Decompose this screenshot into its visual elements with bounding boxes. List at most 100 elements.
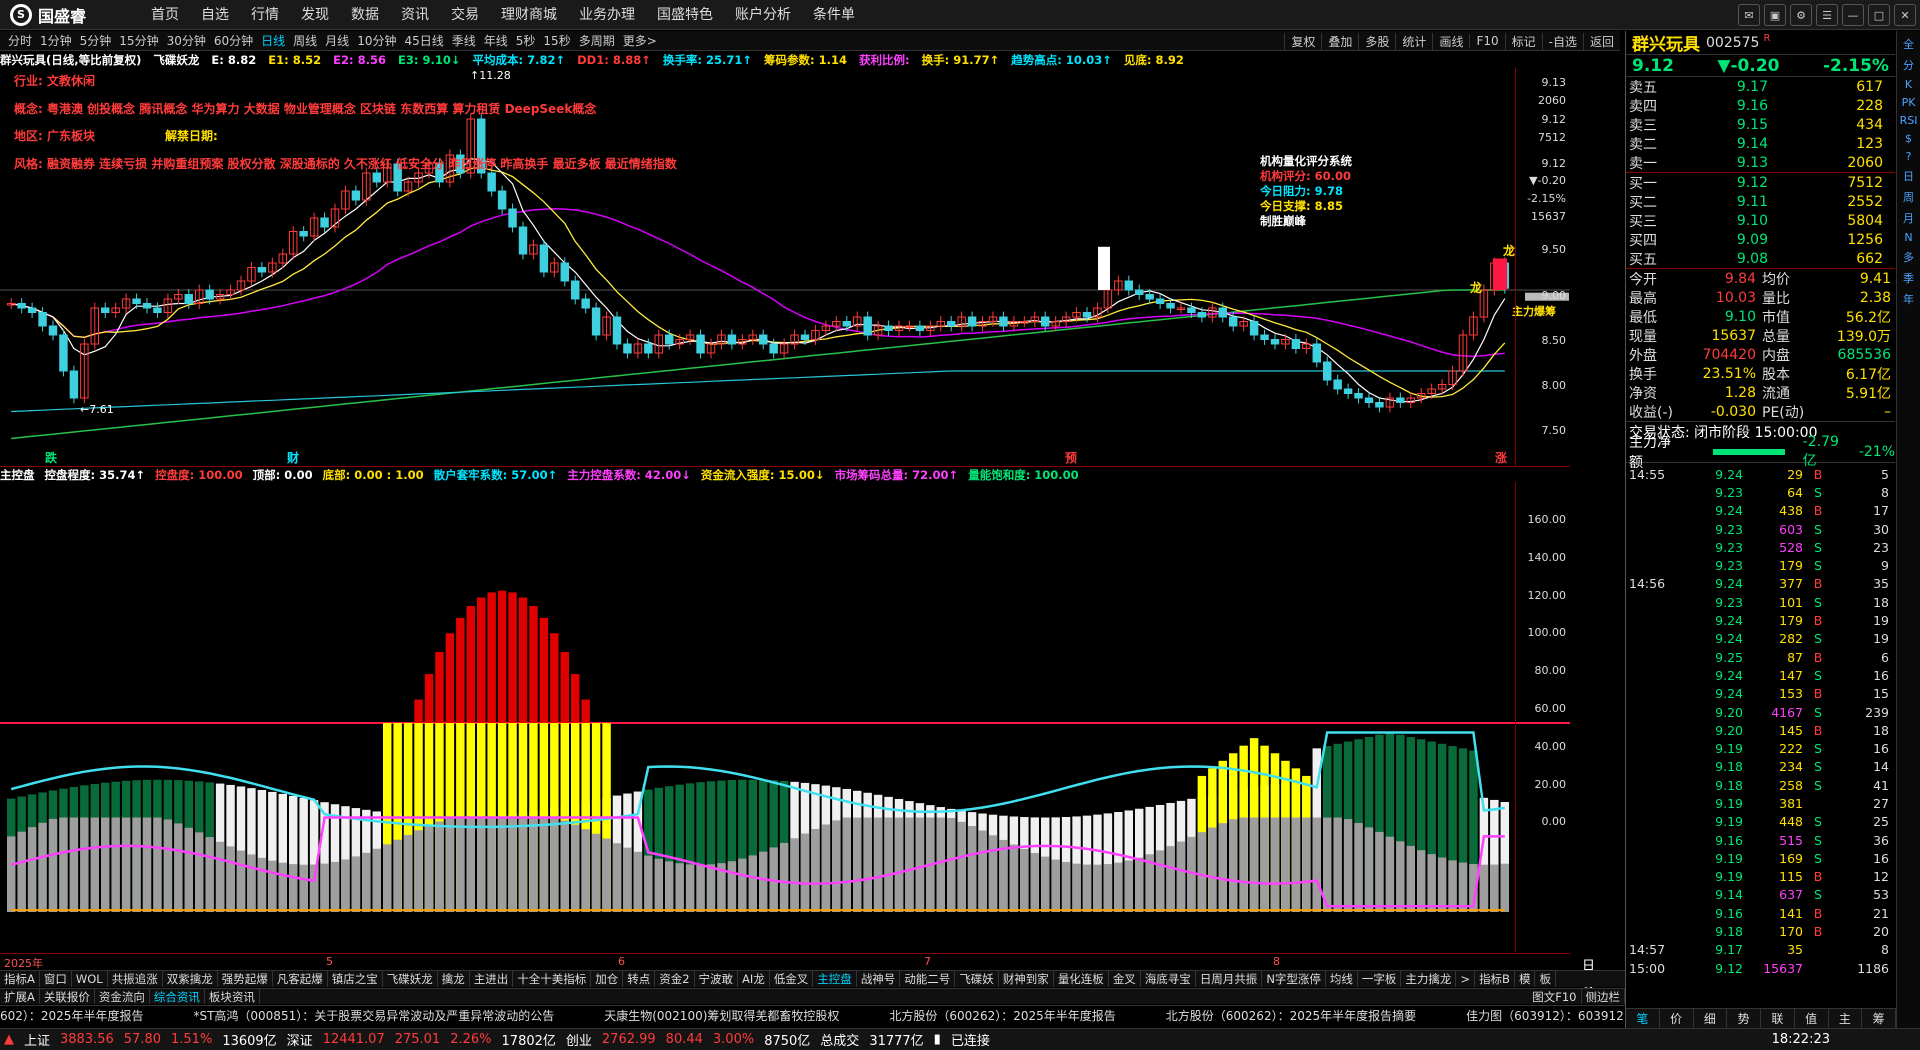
news-item[interactable]: 北方股份（600262）：2025年半年度报告 [889, 1009, 1115, 1023]
indicator-tab[interactable]: 飞碟妖 [955, 971, 999, 987]
indicator-tab[interactable]: 低金叉 [770, 971, 814, 987]
news-item[interactable]: 天康生物(002100)筹划取得羌都畜牧控股权 [604, 1009, 839, 1023]
sub-tab[interactable]: 资金流向 [95, 989, 150, 1004]
side-button[interactable]: ? [1906, 150, 1912, 163]
news-item[interactable]: 佳力图（603912）：603912：佳力图2025年半年度报告 [1466, 1009, 1625, 1023]
sub-tab[interactable]: 板块资讯 [205, 989, 260, 1004]
period-tab[interactable]: 30分钟 [163, 32, 210, 49]
tool-button[interactable]: F10 [1469, 34, 1504, 48]
sub-tab[interactable]: 综合资讯 [150, 989, 205, 1004]
indicator-tab[interactable]: WOL [72, 971, 108, 987]
indicator-tab[interactable]: 转点 [623, 971, 656, 987]
indicator-tab[interactable]: 十全十美指标 [513, 971, 592, 987]
quote-tab[interactable]: 细 [1694, 1009, 1728, 1028]
menu-item[interactable]: 业务办理 [568, 0, 646, 30]
side-button[interactable]: N [1904, 231, 1912, 244]
indicator-tab[interactable]: N字型涨停 [1262, 971, 1326, 987]
indicator-tab[interactable]: 主进出 [470, 971, 514, 987]
sh-name[interactable]: 上证 [24, 1030, 50, 1049]
indicator-tab[interactable]: 主控盘 [813, 971, 857, 987]
side-button[interactable]: 月 [1903, 210, 1914, 226]
indicator-tab[interactable]: 板 [1535, 971, 1556, 987]
indicator-tab[interactable]: 战神号 [857, 971, 901, 987]
f10-tab[interactable]: 图文F10 [1528, 989, 1582, 1004]
period-tab[interactable]: 多周期 [575, 32, 619, 49]
indicator-tab[interactable]: 资金2 [655, 971, 695, 987]
period-tab[interactable]: 1分钟 [36, 32, 76, 49]
indicator-tab[interactable]: 指标B [1475, 971, 1515, 987]
menu-item[interactable]: 条件单 [802, 0, 866, 30]
indicator-tab[interactable]: > [1456, 971, 1476, 987]
indicator-tab[interactable]: 金叉 [1109, 971, 1141, 987]
cy-name[interactable]: 创业 [566, 1030, 592, 1049]
tool-button[interactable]: 统计 [1395, 32, 1432, 50]
tool-button[interactable]: 叠加 [1321, 32, 1358, 50]
close-icon[interactable]: ✕ [1894, 4, 1916, 26]
side-button[interactable]: 年 [1903, 291, 1914, 307]
period-tab[interactable]: 周线 [289, 32, 321, 49]
period-tab[interactable]: 10分钟 [353, 32, 400, 49]
menu-item[interactable]: 国盛特色 [646, 0, 724, 30]
news-item[interactable]: *ST高鸿（000851）：关于股票交易异常波动及严重异常波动的公告 [193, 1009, 554, 1023]
period-tab[interactable]: 月线 [321, 32, 353, 49]
side-button[interactable]: 全 [1903, 36, 1914, 52]
menu-item[interactable]: 交易 [440, 0, 490, 30]
indicator-tab[interactable]: 日周月共振 [1196, 971, 1263, 987]
period-tab[interactable]: 分时 [4, 32, 36, 49]
quote-tab[interactable]: 筹 [1862, 1009, 1896, 1028]
side-button[interactable]: $ [1905, 132, 1912, 145]
menu-item[interactable]: 数据 [340, 0, 390, 30]
quote-tab[interactable]: 价 [1660, 1009, 1694, 1028]
menu-item[interactable]: 理财商城 [490, 0, 568, 30]
indicator-tab[interactable]: 凡客起爆 [273, 971, 328, 987]
side-button[interactable]: 分 [1903, 57, 1914, 73]
restore-icon[interactable]: □ [1868, 4, 1890, 26]
period-tab[interactable]: 15秒 [539, 32, 574, 49]
indicator-tab[interactable]: 主力擒龙 [1401, 971, 1457, 987]
price-chart[interactable]: 行业: 文教休闲 概念: 粤港澳 创投概念 腾讯概念 华为算力 大数据 物业管理… [0, 68, 1570, 466]
indicator-tab[interactable]: 加仓 [591, 971, 624, 987]
quote-tab[interactable]: 主 [1829, 1009, 1863, 1028]
news-item[interactable]: 北方股份（600262）：2025年半年度报告摘要 [1166, 1009, 1416, 1023]
indicator-tab[interactable]: AI龙 [738, 971, 770, 987]
indicator-tab[interactable]: 强势起爆 [218, 971, 273, 987]
mail-icon[interactable]: ▣ [1764, 4, 1786, 26]
period-tab[interactable]: 季线 [448, 32, 480, 49]
period-tab[interactable]: 日线 [257, 32, 289, 49]
side-button[interactable]: 多 [1903, 249, 1914, 265]
skin-icon[interactable]: ☰ [1816, 4, 1838, 26]
quote-tab[interactable]: 值 [1795, 1009, 1829, 1028]
tools-icon[interactable]: ⚙ [1790, 4, 1812, 26]
indicator-tab[interactable]: 量化连板 [1054, 971, 1109, 987]
quote-tab[interactable]: 笔 [1626, 1009, 1660, 1028]
period-tab[interactable]: 45日线 [400, 32, 447, 49]
side-button[interactable]: 周 [1903, 189, 1914, 205]
side-button[interactable]: K [1905, 78, 1912, 91]
indicator-tab[interactable]: 海底寻宝 [1141, 971, 1196, 987]
minimize-icon[interactable]: — [1842, 4, 1864, 26]
menu-item[interactable]: 自选 [190, 0, 240, 30]
tool-button[interactable]: 画线 [1432, 32, 1469, 50]
news-item[interactable]: 602）：2025年半年度报告 [0, 1009, 143, 1023]
menu-item[interactable]: 行情 [240, 0, 290, 30]
tick-list[interactable]: 14:55 9.24 29 B 5 9.23 64 S 8 9.24 438 B 17 9.23 603 S 3… [1626, 462, 1895, 977]
period-tab[interactable]: 60分钟 [210, 32, 257, 49]
indicator-tab[interactable]: 擒龙 [438, 971, 470, 987]
tool-button[interactable]: -自选 [1541, 32, 1583, 50]
indicator-tab[interactable]: 双紫擒龙 [163, 971, 218, 987]
side-button[interactable]: 季 [1903, 270, 1914, 286]
menu-item[interactable]: 资讯 [390, 0, 440, 30]
indicator-tab[interactable]: 一字板 [1358, 971, 1402, 987]
menu-item[interactable]: 账户分析 [724, 0, 802, 30]
message-icon[interactable]: ✉ [1738, 4, 1760, 26]
formula-name[interactable]: 飞碟妖龙 [153, 53, 199, 67]
news-ticker[interactable]: 602）：2025年半年度报告 *ST高鸿（000851）：关于股票交易异常波动及… [0, 1005, 1625, 1026]
period-tab[interactable]: 15分钟 [115, 32, 162, 49]
side-button[interactable]: PK [1902, 96, 1916, 109]
indicator-tab[interactable]: 均线 [1326, 971, 1358, 987]
sidebar-tab[interactable]: 侧边栏 [1582, 989, 1625, 1004]
period-tab[interactable]: 年线 [480, 32, 512, 49]
tool-button[interactable]: 复权 [1284, 32, 1321, 50]
tool-button[interactable]: 标记 [1504, 32, 1542, 50]
sub-tab[interactable]: 扩展A [0, 989, 40, 1004]
